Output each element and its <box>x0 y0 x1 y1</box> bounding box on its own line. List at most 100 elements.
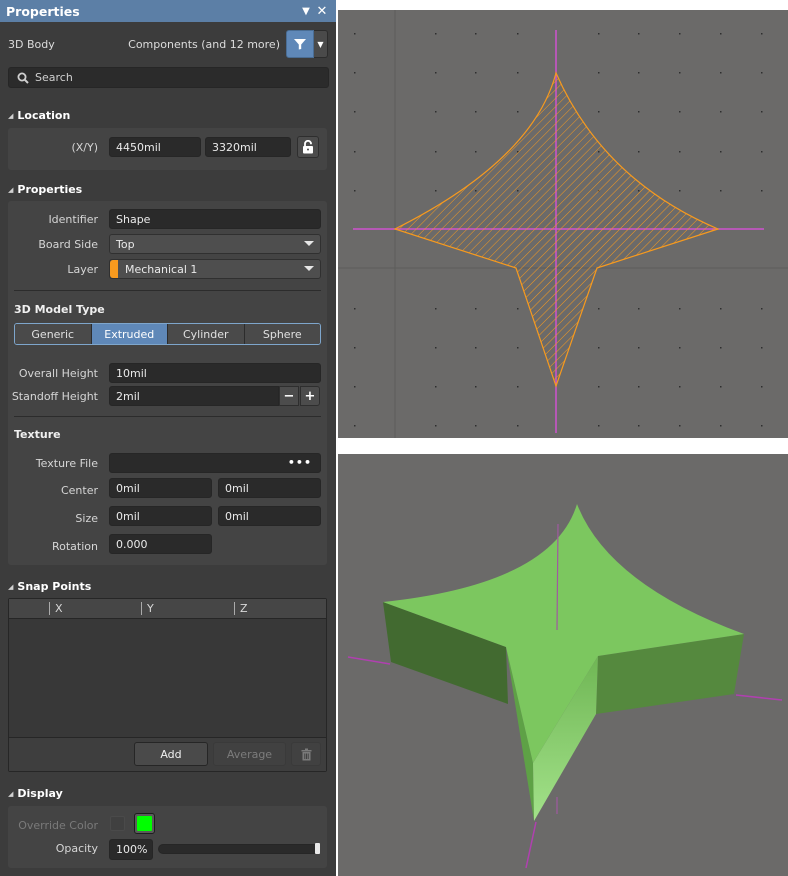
chevron-down-icon: ▼ <box>317 39 324 49</box>
model-type-sphere[interactable]: Sphere <box>244 324 320 344</box>
overall-height-field[interactable]: 10mil <box>109 363 321 383</box>
average-button[interactable]: Average <box>213 742 286 766</box>
browse-ellipsis-icon[interactable]: ••• <box>288 456 312 469</box>
close-icon[interactable]: ✕ <box>314 4 330 19</box>
center-x-field[interactable]: 0mil <box>109 478 212 498</box>
opacity-slider-track[interactable] <box>158 844 320 854</box>
grid-dot <box>598 308 600 310</box>
grid-dot <box>354 190 356 192</box>
grid-dot <box>720 151 722 153</box>
grid-dot <box>354 347 356 349</box>
panel-titlebar: Properties ▼ ✕ <box>0 0 336 22</box>
snap-points-header-label: Snap Points <box>17 580 92 593</box>
model-type-extruded[interactable]: Extruded <box>91 324 168 344</box>
grid-dot <box>354 33 356 35</box>
texture-file-field[interactable]: ••• <box>109 453 321 473</box>
lock-button[interactable] <box>297 136 319 158</box>
grid-dot <box>679 33 681 35</box>
x-axis-line <box>347 656 391 665</box>
column-header-x[interactable]: X <box>49 602 63 615</box>
grid-dot <box>354 72 356 74</box>
board-side-label: Board Side <box>38 238 98 251</box>
identifier-field[interactable]: Shape <box>109 209 321 229</box>
location-group: (X/Y) 4450mil 3320mil <box>8 128 327 170</box>
properties-panel: Properties ▼ ✕ 3D Body Components (and 1… <box>0 0 336 876</box>
grid-dot <box>638 425 640 427</box>
override-color-swatch[interactable] <box>134 813 155 834</box>
size-y-field[interactable]: 0mil <box>218 506 321 526</box>
location-y-field[interactable]: 3320mil <box>205 137 291 157</box>
grid-dot <box>679 425 681 427</box>
object-kind: 3D Body <box>8 37 55 51</box>
divider <box>14 416 321 417</box>
color-fill <box>137 816 152 831</box>
overall-height-label: Overall Height <box>18 367 98 380</box>
z-axis-line <box>525 821 537 869</box>
snap-table-header: X Y Z <box>9 599 326 619</box>
grid-dot <box>679 347 681 349</box>
model-type-cylinder[interactable]: Cylinder <box>168 324 245 344</box>
column-header-y[interactable]: Y <box>141 602 154 615</box>
grid-dot <box>517 347 519 349</box>
model-type-header: 3D Model Type <box>14 303 105 316</box>
standoff-height-label: Standoff Height <box>11 390 98 403</box>
delete-snap-point-button[interactable] <box>291 742 321 766</box>
standoff-height-field[interactable]: 2mil <box>109 386 279 406</box>
filter-dropdown-button[interactable]: ▼ <box>314 30 328 58</box>
grid-dot <box>679 190 681 192</box>
layer-dropdown[interactable]: Mechanical 1 <box>109 259 321 279</box>
grid-dot <box>598 33 600 35</box>
override-color-checkbox[interactable] <box>110 816 125 831</box>
location-section-header[interactable]: ◢ Location <box>8 109 70 122</box>
grid-dot <box>475 33 477 35</box>
grid-dot <box>517 111 519 113</box>
standoff-decrement-button[interactable]: − <box>279 386 299 406</box>
snap-table-body[interactable] <box>9 619 326 737</box>
snap-points-table: X Y Z Add Average <box>8 598 327 772</box>
display-group: Override Color Opacity 100% <box>8 806 327 868</box>
rotation-field[interactable]: 0.000 <box>109 534 212 554</box>
xy-label: (X/Y) <box>71 141 98 154</box>
column-header-z[interactable]: Z <box>234 602 248 615</box>
grid-dot <box>517 72 519 74</box>
grid-dot <box>679 72 681 74</box>
grid-dot <box>761 425 763 427</box>
search-box[interactable] <box>8 67 329 88</box>
grid-dot <box>638 33 640 35</box>
grid-dot <box>435 111 437 113</box>
collapse-triangle-icon: ◢ <box>8 582 14 591</box>
display-section-header[interactable]: ◢ Display <box>8 787 63 800</box>
override-color-label: Override Color <box>18 819 98 832</box>
texture-header: Texture <box>14 428 61 441</box>
grid-dot <box>354 111 356 113</box>
star-shape-outline[interactable] <box>393 71 720 388</box>
identifier-label: Identifier <box>48 213 98 226</box>
grid-dot <box>435 308 437 310</box>
grid-dot <box>679 308 681 310</box>
add-snap-point-button[interactable]: Add <box>134 742 208 766</box>
location-x-field[interactable]: 4450mil <box>109 137 201 157</box>
grid-dot <box>720 386 722 388</box>
model-type-generic[interactable]: Generic <box>15 324 92 344</box>
filter-button[interactable] <box>286 30 314 58</box>
properties-section-header[interactable]: ◢ Properties <box>8 183 82 196</box>
panel-menu-icon[interactable]: ▼ <box>298 6 314 17</box>
snap-points-section-header[interactable]: ◢ Snap Points <box>8 580 91 593</box>
search-input[interactable] <box>35 71 315 84</box>
opacity-slider-thumb[interactable] <box>315 843 320 854</box>
center-y-field[interactable]: 0mil <box>218 478 321 498</box>
size-x-field[interactable]: 0mil <box>109 506 212 526</box>
grid-dot <box>761 151 763 153</box>
model-type-segmented-control: Generic Extruded Cylinder Sphere <box>14 323 321 345</box>
grid-dot <box>475 111 477 113</box>
board-side-dropdown[interactable]: Top <box>109 234 321 254</box>
display-header-label: Display <box>17 787 63 800</box>
standoff-increment-button[interactable]: + <box>300 386 320 406</box>
opacity-field[interactable]: 100% <box>109 839 153 860</box>
top-view-viewport[interactable] <box>338 10 788 438</box>
grid-dot <box>638 386 640 388</box>
grid-dot <box>435 151 437 153</box>
grid-dot <box>720 72 722 74</box>
3d-view-viewport[interactable] <box>338 454 788 876</box>
grid-dot <box>720 190 722 192</box>
